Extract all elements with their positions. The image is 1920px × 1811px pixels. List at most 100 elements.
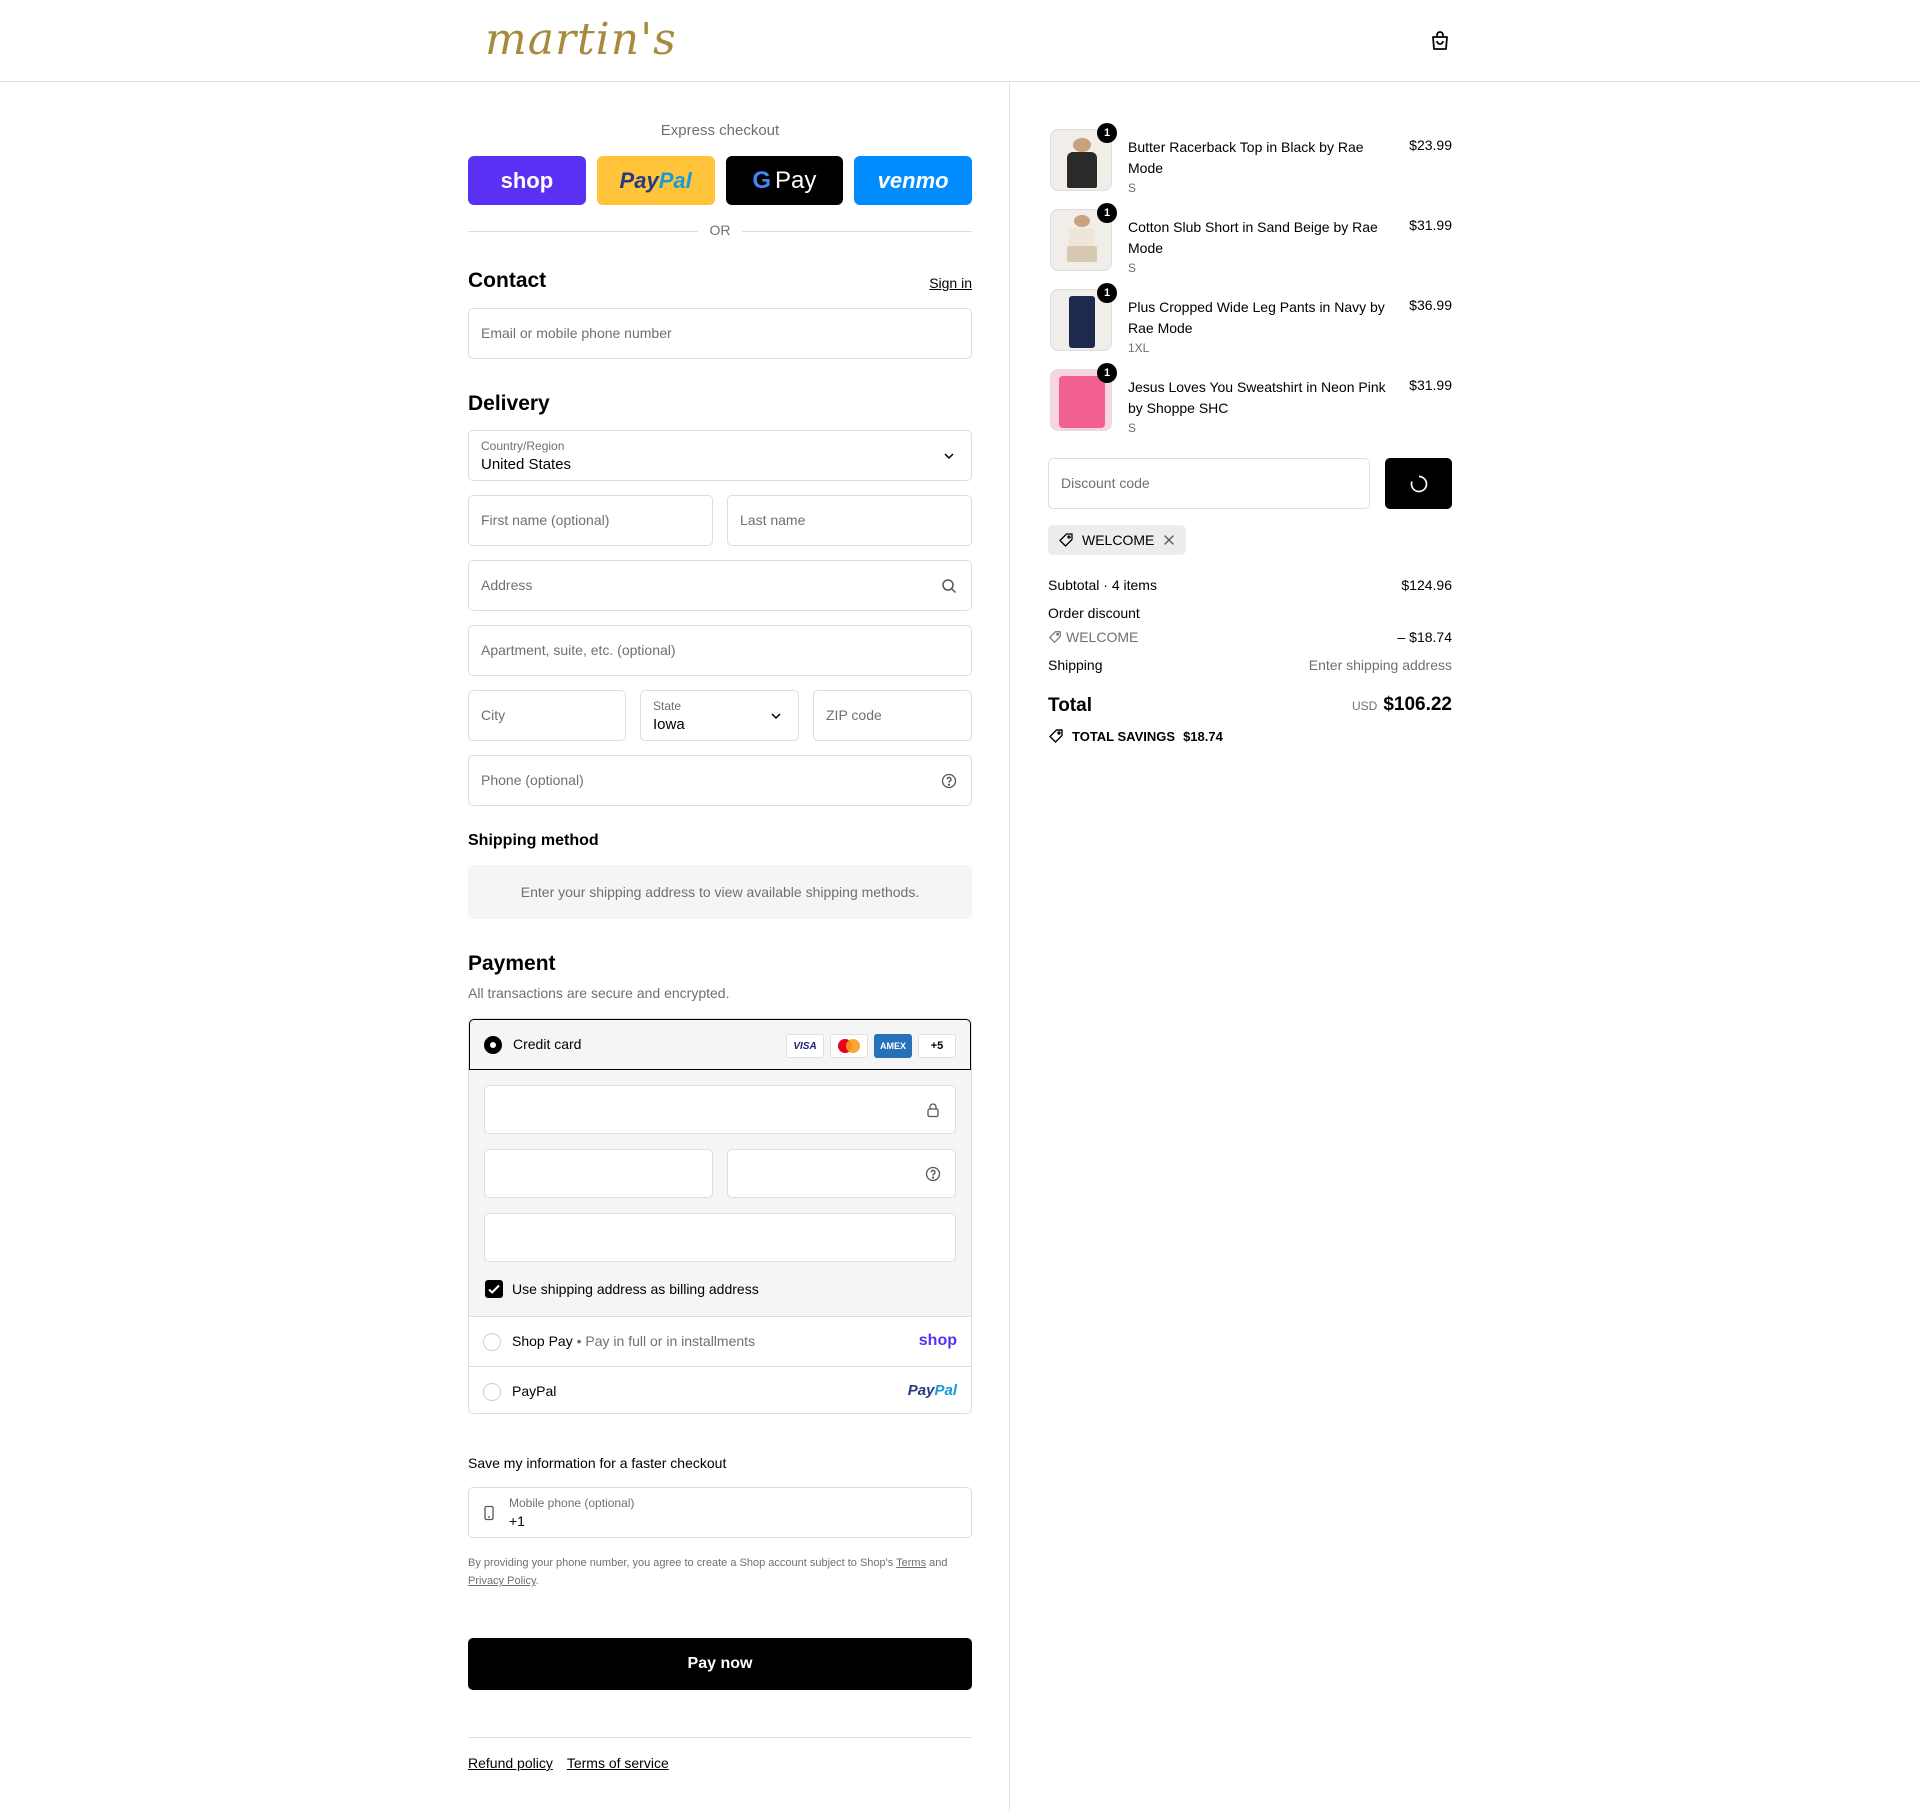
- cart-item: 1 Butter Racerback Top in Black by Rae M…: [1048, 123, 1452, 199]
- state-value: Iowa: [653, 716, 685, 733]
- store-logo[interactable]: martin's: [485, 14, 677, 65]
- item-name: Plus Cropped Wide Leg Pants in Navy by R…: [1128, 299, 1385, 336]
- total-amount: $106.22: [1383, 694, 1452, 715]
- phone-field[interactable]: Phone (optional): [468, 755, 972, 806]
- item-name: Jesus Loves You Sweatshirt in Neon Pink …: [1128, 379, 1386, 416]
- pay-now-button[interactable]: Pay now: [468, 1638, 972, 1690]
- help-icon[interactable]: [941, 773, 957, 789]
- more-cards-badge: +5: [918, 1034, 956, 1058]
- country-select[interactable]: Country/Region United States: [468, 430, 972, 481]
- mobile-icon: [484, 1505, 494, 1521]
- or-label: OR: [709, 222, 731, 238]
- shop-pay-radio[interactable]: [483, 1333, 501, 1351]
- security-code-field[interactable]: [727, 1149, 956, 1198]
- paypal-button[interactable]: Pay Pal: [596, 156, 715, 205]
- tag-icon: [1049, 631, 1061, 643]
- total-label: Total: [1048, 695, 1092, 716]
- refund-policy-link[interactable]: Refund policy: [468, 1755, 553, 1771]
- billing-address-checkbox[interactable]: [485, 1280, 503, 1298]
- google-pay-button[interactable]: G Pay: [725, 156, 844, 205]
- shop-pay-option[interactable]: Shop Pay • Pay in full or in installment…: [469, 1316, 971, 1366]
- mobile-phone-field[interactable]: Mobile phone (optional) +1: [468, 1487, 972, 1538]
- apartment-field[interactable]: Apartment, suite, etc. (optional): [468, 625, 972, 676]
- venmo-button[interactable]: venmo: [854, 156, 972, 205]
- shop-pay-dot: •: [576, 1333, 582, 1349]
- sign-in-link[interactable]: Sign in: [929, 275, 972, 291]
- shipping-label: Shipping: [1048, 657, 1103, 673]
- last-name-field[interactable]: Last name: [727, 495, 972, 546]
- search-icon: [942, 579, 957, 594]
- address-field[interactable]: Address: [468, 560, 972, 611]
- tag-icon: [1049, 729, 1063, 743]
- shop-pay-label: Shop Pay: [512, 1333, 573, 1349]
- discount-placeholder: Discount code: [1061, 475, 1150, 491]
- help-icon[interactable]: [925, 1166, 941, 1182]
- tag-icon: [1059, 533, 1073, 547]
- item-name: Cotton Slub Short in Sand Beige by Rae M…: [1128, 219, 1378, 256]
- shop-pay-button[interactable]: shop: [468, 156, 586, 205]
- apply-discount-button[interactable]: [1385, 458, 1452, 509]
- paypal-button-label-a: Pay: [619, 167, 659, 193]
- paypal-logo: PayPal: [908, 1382, 957, 1399]
- zip-placeholder: ZIP code: [826, 707, 882, 723]
- total-savings: TOTAL SAVINGS $18.74: [1048, 728, 1223, 744]
- credit-card-label: Credit card: [513, 1036, 582, 1052]
- express-checkout-title: Express checkout: [660, 122, 780, 139]
- paypal-radio[interactable]: [483, 1383, 501, 1401]
- and-text: and: [929, 1557, 948, 1569]
- zip-field[interactable]: ZIP code: [813, 690, 972, 741]
- google-pay-label: Pay: [775, 166, 817, 194]
- state-select[interactable]: State Iowa: [640, 690, 799, 741]
- contact-title: Contact: [468, 269, 547, 292]
- cart-item: 1 Cotton Slub Short in Sand Beige by Rae…: [1048, 203, 1452, 279]
- loading-spinner-icon: [1410, 475, 1428, 493]
- google-g-icon: G: [752, 166, 772, 194]
- mastercard-icon: [830, 1034, 868, 1058]
- credit-card-option[interactable]: Credit card VISA AMEX +5: [469, 1019, 971, 1070]
- bag-icon[interactable]: [1428, 29, 1452, 53]
- terms-of-service-link[interactable]: Terms of service: [567, 1755, 669, 1771]
- save-info-title: Save my information for a faster checkou…: [468, 1455, 727, 1471]
- header: martin's: [0, 0, 1920, 82]
- terms-link[interactable]: Terms: [896, 1557, 926, 1569]
- chevron-down-icon: [771, 713, 781, 720]
- paypal-option[interactable]: PayPal PayPal: [469, 1366, 971, 1413]
- credit-card-radio[interactable]: [484, 1036, 502, 1054]
- country-label: Country/Region: [481, 439, 565, 453]
- email-field[interactable]: Email or mobile phone number: [468, 308, 972, 359]
- shop-pay-option-text: Shop Pay • Pay in full or in installment…: [512, 1333, 755, 1349]
- close-icon[interactable]: [1162, 533, 1176, 547]
- mobile-value: +1: [509, 1513, 525, 1529]
- last-name-placeholder: Last name: [740, 512, 806, 528]
- mobile-label: Mobile phone (optional): [509, 1496, 635, 1510]
- item-variant: S: [1128, 181, 1137, 195]
- item-price: $23.99: [1409, 137, 1452, 153]
- terms-text: By providing your phone number, you agre…: [468, 1557, 894, 1569]
- discount-value: – $18.74: [1397, 629, 1453, 645]
- product-swatch: [1067, 246, 1097, 262]
- amex-icon: AMEX: [874, 1034, 912, 1058]
- apartment-placeholder: Apartment, suite, etc. (optional): [481, 642, 676, 658]
- name-on-card-field[interactable]: [484, 1213, 956, 1262]
- privacy-policy-link[interactable]: Privacy Policy: [468, 1575, 536, 1587]
- checkmark-icon: [488, 1284, 500, 1294]
- divider-line-right: [742, 231, 972, 232]
- shipping-method-title: Shipping method: [468, 832, 599, 849]
- express-buttons: shop Pay Pal G Pay venmo: [468, 156, 972, 205]
- item-variant: S: [1128, 421, 1137, 435]
- item-price: $31.99: [1409, 377, 1452, 393]
- subtotal-label: Subtotal · 4 items: [1048, 577, 1157, 593]
- paypal-logo-a: Pay: [907, 1382, 935, 1399]
- first-name-field[interactable]: First name (optional): [468, 495, 713, 546]
- shop-pay-sub: Pay in full or in installments: [585, 1333, 756, 1349]
- item-price: $36.99: [1409, 297, 1452, 313]
- address-placeholder: Address: [481, 577, 533, 593]
- card-number-field[interactable]: [484, 1085, 956, 1134]
- item-variant: S: [1128, 261, 1137, 275]
- discount-code-field[interactable]: Discount code: [1048, 458, 1370, 509]
- city-field[interactable]: City: [468, 690, 626, 741]
- payment-subtitle: All transactions are secure and encrypte…: [468, 985, 730, 1001]
- savings-label: TOTAL SAVINGS: [1072, 728, 1176, 744]
- expiration-field[interactable]: [484, 1149, 713, 1198]
- delivery-title: Delivery: [468, 392, 550, 415]
